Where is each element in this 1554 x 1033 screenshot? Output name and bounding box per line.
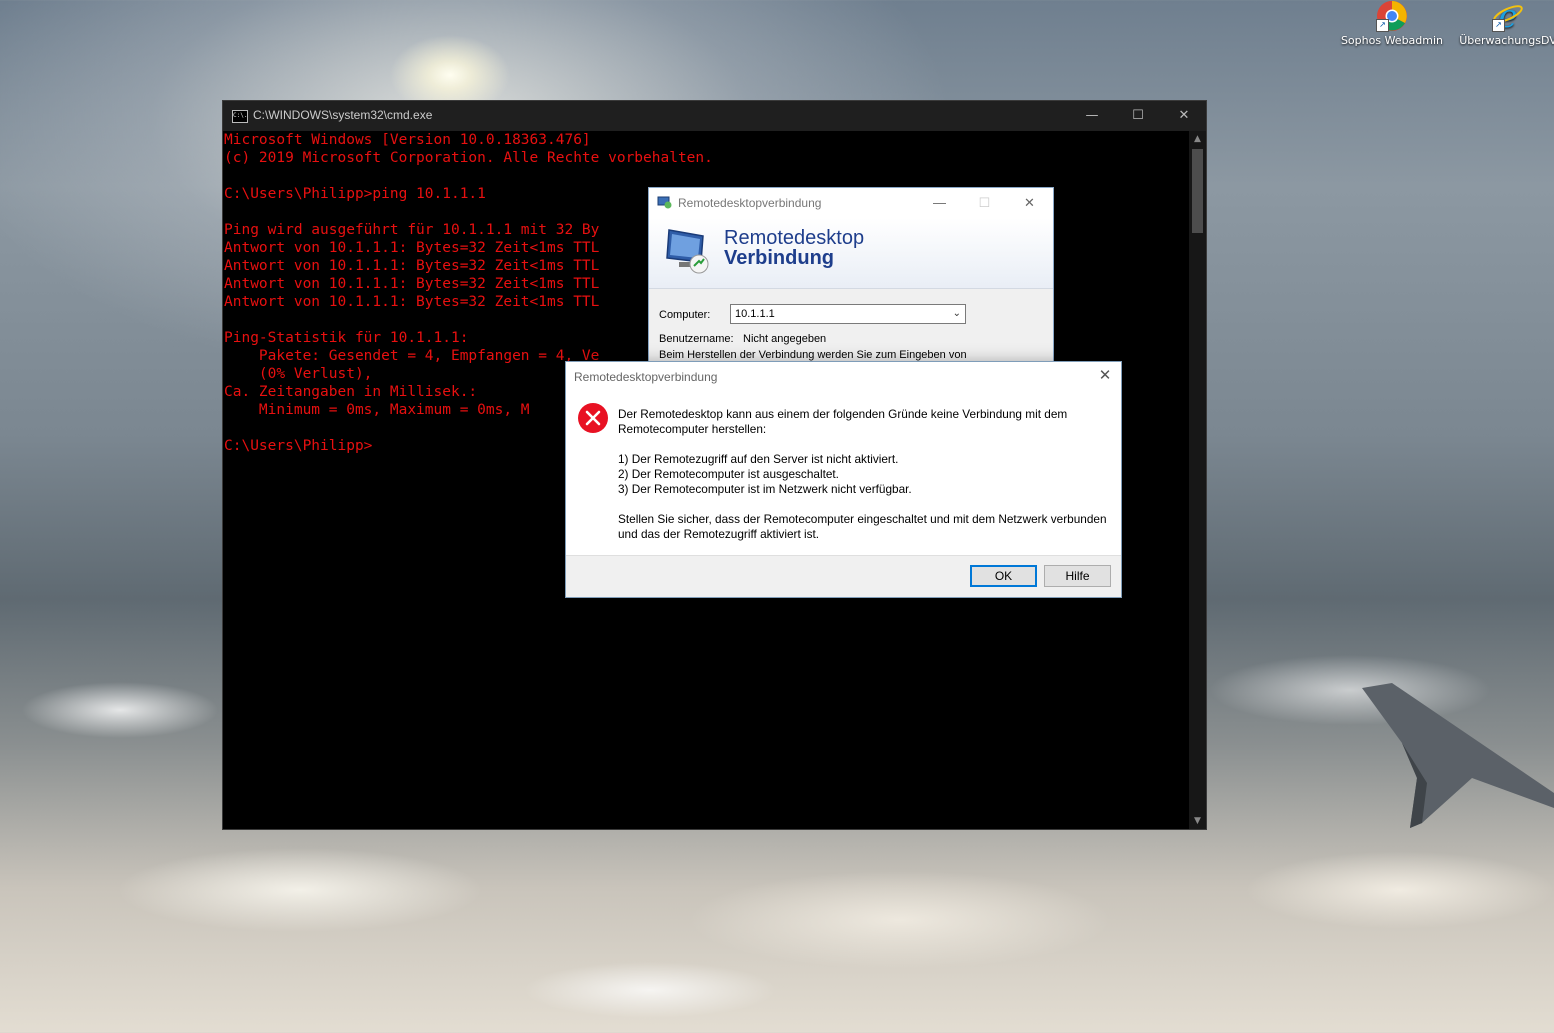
- rdp-titlebar[interactable]: Remotedesktopverbindung — ☐ ✕: [649, 188, 1053, 218]
- error-reason-2: 2) Der Remotecomputer ist ausgeschaltet.: [618, 467, 839, 481]
- rdp-close-button[interactable]: ✕: [1007, 188, 1052, 218]
- error-dialog-close-button[interactable]: ✕: [1089, 362, 1121, 390]
- desktop-icon-label: Sophos Webadmin: [1340, 34, 1444, 47]
- rdp-window[interactable]: Remotedesktopverbindung — ☐ ✕ Remotedesk…: [648, 187, 1054, 363]
- cmd-maximize-button[interactable]: ☐: [1115, 101, 1161, 131]
- scroll-down-arrow-icon[interactable]: ▼: [1189, 813, 1206, 829]
- cmd-title: C:\WINDOWS\system32\cmd.exe: [253, 108, 433, 122]
- error-dialog[interactable]: Remotedesktopverbindung ✕ Der Remotedesk…: [565, 361, 1122, 598]
- computer-value: 10.1.1.1: [735, 308, 775, 320]
- console-line: (c) 2019 Microsoft Corporation. Alle Rec…: [224, 150, 713, 166]
- username-value: Nicht angegeben: [743, 333, 827, 345]
- cmd-titlebar[interactable]: C:\. C:\WINDOWS\system32\cmd.exe — ☐ ✕: [223, 101, 1206, 131]
- internet-explorer-icon: e ↗: [1492, 0, 1524, 35]
- cmd-minimize-button[interactable]: —: [1069, 101, 1115, 131]
- chevron-down-icon[interactable]: ⌄: [953, 305, 961, 323]
- error-message: Der Remotedesktop kann aus einem der fol…: [618, 407, 1113, 542]
- airplane-wing: [1362, 683, 1554, 828]
- chrome-icon: ↗: [1376, 0, 1408, 32]
- cmd-scrollbar[interactable]: ▲ ▼: [1189, 131, 1206, 829]
- error-icon: [578, 403, 608, 433]
- rdp-banner: Remotedesktop Verbindung: [649, 218, 1053, 289]
- help-button[interactable]: Hilfe: [1044, 565, 1111, 587]
- scroll-thumb[interactable]: [1192, 149, 1203, 233]
- rdp-info-text: Beim Herstellen der Verbindung werden Si…: [659, 349, 967, 361]
- rdp-minimize-button[interactable]: —: [917, 188, 962, 218]
- shortcut-arrow-icon: ↗: [1492, 19, 1505, 32]
- error-intro-line1: Der Remotedesktop kann aus einem der fol…: [618, 407, 1068, 421]
- shortcut-arrow-icon: ↗: [1376, 19, 1389, 32]
- remote-desktop-icon: [657, 196, 672, 209]
- remote-desktop-monitor-icon: [666, 229, 709, 274]
- error-dialog-title: Remotedesktopverbindung: [574, 370, 718, 384]
- rdp-maximize-button: ☐: [978, 195, 991, 210]
- cmd-icon: C:\.: [232, 110, 248, 123]
- desktop-icon-ueberwachung[interactable]: e ↗ ÜberwachungsDV: [1453, 0, 1554, 47]
- scroll-up-arrow-icon[interactable]: ▲: [1189, 131, 1206, 147]
- desktop-icon-sophos[interactable]: ↗ Sophos Webadmin: [1337, 0, 1447, 47]
- username-label: Benutzername:: [659, 333, 734, 345]
- error-reason-1: 1) Der Remotezugriff auf den Server ist …: [618, 452, 899, 466]
- desktop-icon-label: ÜberwachungsDV: [1459, 34, 1554, 47]
- cmd-close-button[interactable]: ✕: [1161, 101, 1207, 131]
- error-advice-line2: und das der Remotezugriff aktiviert ist.: [618, 527, 820, 541]
- error-advice-line1: Stellen Sie sicher, dass der Remotecompu…: [618, 512, 1107, 526]
- computer-combobox[interactable]: 10.1.1.1 ⌄: [730, 304, 966, 324]
- rdp-banner-title-line2: Verbindung: [724, 247, 834, 269]
- console-line: Microsoft Windows [Version 10.0.18363.47…: [224, 132, 591, 148]
- rdp-title: Remotedesktopverbindung: [678, 196, 822, 210]
- computer-label: Computer:: [659, 309, 711, 321]
- error-intro-line2: Remotecomputer herstellen:: [618, 422, 767, 436]
- error-dialog-titlebar[interactable]: Remotedesktopverbindung ✕: [566, 362, 1121, 390]
- error-reason-3: 3) Der Remotecomputer ist im Netzwerk ni…: [618, 482, 912, 496]
- error-dialog-footer: OK Hilfe: [566, 555, 1121, 597]
- ok-button[interactable]: OK: [970, 565, 1037, 587]
